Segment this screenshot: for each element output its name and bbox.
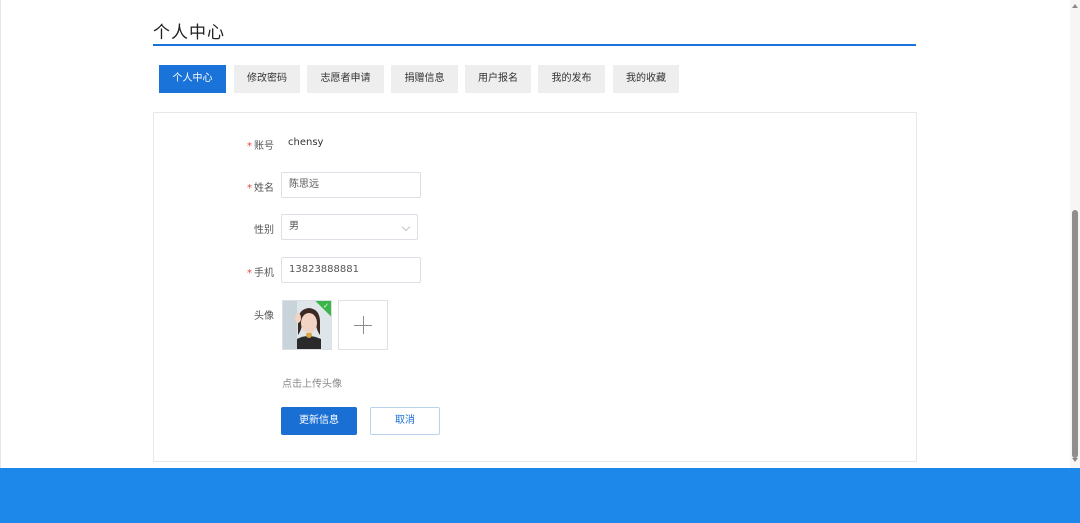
tab-donation-info[interactable]: 捐赠信息 — [391, 65, 458, 93]
required-mark: * — [247, 268, 252, 279]
chevron-down-icon — [401, 222, 411, 232]
avatar-label: 头像 — [254, 311, 274, 322]
avatar-thumbnail[interactable]: ✓ — [282, 300, 332, 350]
profile-panel — [153, 112, 917, 462]
scroll-thumb[interactable] — [1072, 210, 1078, 458]
tab-my-favorites[interactable]: 我的收藏 — [613, 65, 679, 93]
avatar-upload-hint: 点击上传头像 — [282, 379, 342, 390]
account-value: chensy — [288, 137, 324, 148]
gender-select[interactable]: 男 — [281, 214, 418, 240]
account-label: * 账号 — [247, 141, 274, 152]
title-underline — [153, 44, 916, 46]
plus-icon-vertical — [363, 316, 364, 334]
phone-label: * 手机 — [247, 268, 274, 279]
cancel-button[interactable]: 取消 — [370, 407, 440, 435]
update-info-button[interactable]: 更新信息 — [281, 407, 357, 435]
check-icon: ✓ — [323, 302, 329, 310]
gender-value: 男 — [289, 221, 299, 232]
avatar-upload-button[interactable] — [338, 300, 388, 350]
tab-user-registration[interactable]: 用户报名 — [465, 65, 531, 93]
tab-profile[interactable]: 个人中心 — [159, 65, 226, 93]
tab-volunteer-application[interactable]: 志愿者申请 — [307, 65, 384, 93]
tab-change-password[interactable]: 修改密码 — [234, 65, 300, 93]
page-footer — [0, 468, 1080, 523]
tab-my-posts[interactable]: 我的发布 — [538, 65, 605, 93]
scroll-down-icon[interactable] — [1072, 458, 1078, 462]
name-label: * 姓名 — [247, 183, 274, 194]
page-title: 个人中心 — [153, 23, 225, 43]
gender-label: 性别 — [254, 225, 274, 236]
phone-input[interactable]: 13823888881 — [281, 257, 421, 283]
vertical-scrollbar[interactable] — [1070, 0, 1080, 468]
required-mark: * — [247, 141, 252, 152]
scroll-up-icon[interactable] — [1072, 4, 1078, 8]
name-input[interactable]: 陈思远 — [281, 172, 421, 198]
required-mark: * — [247, 183, 252, 194]
